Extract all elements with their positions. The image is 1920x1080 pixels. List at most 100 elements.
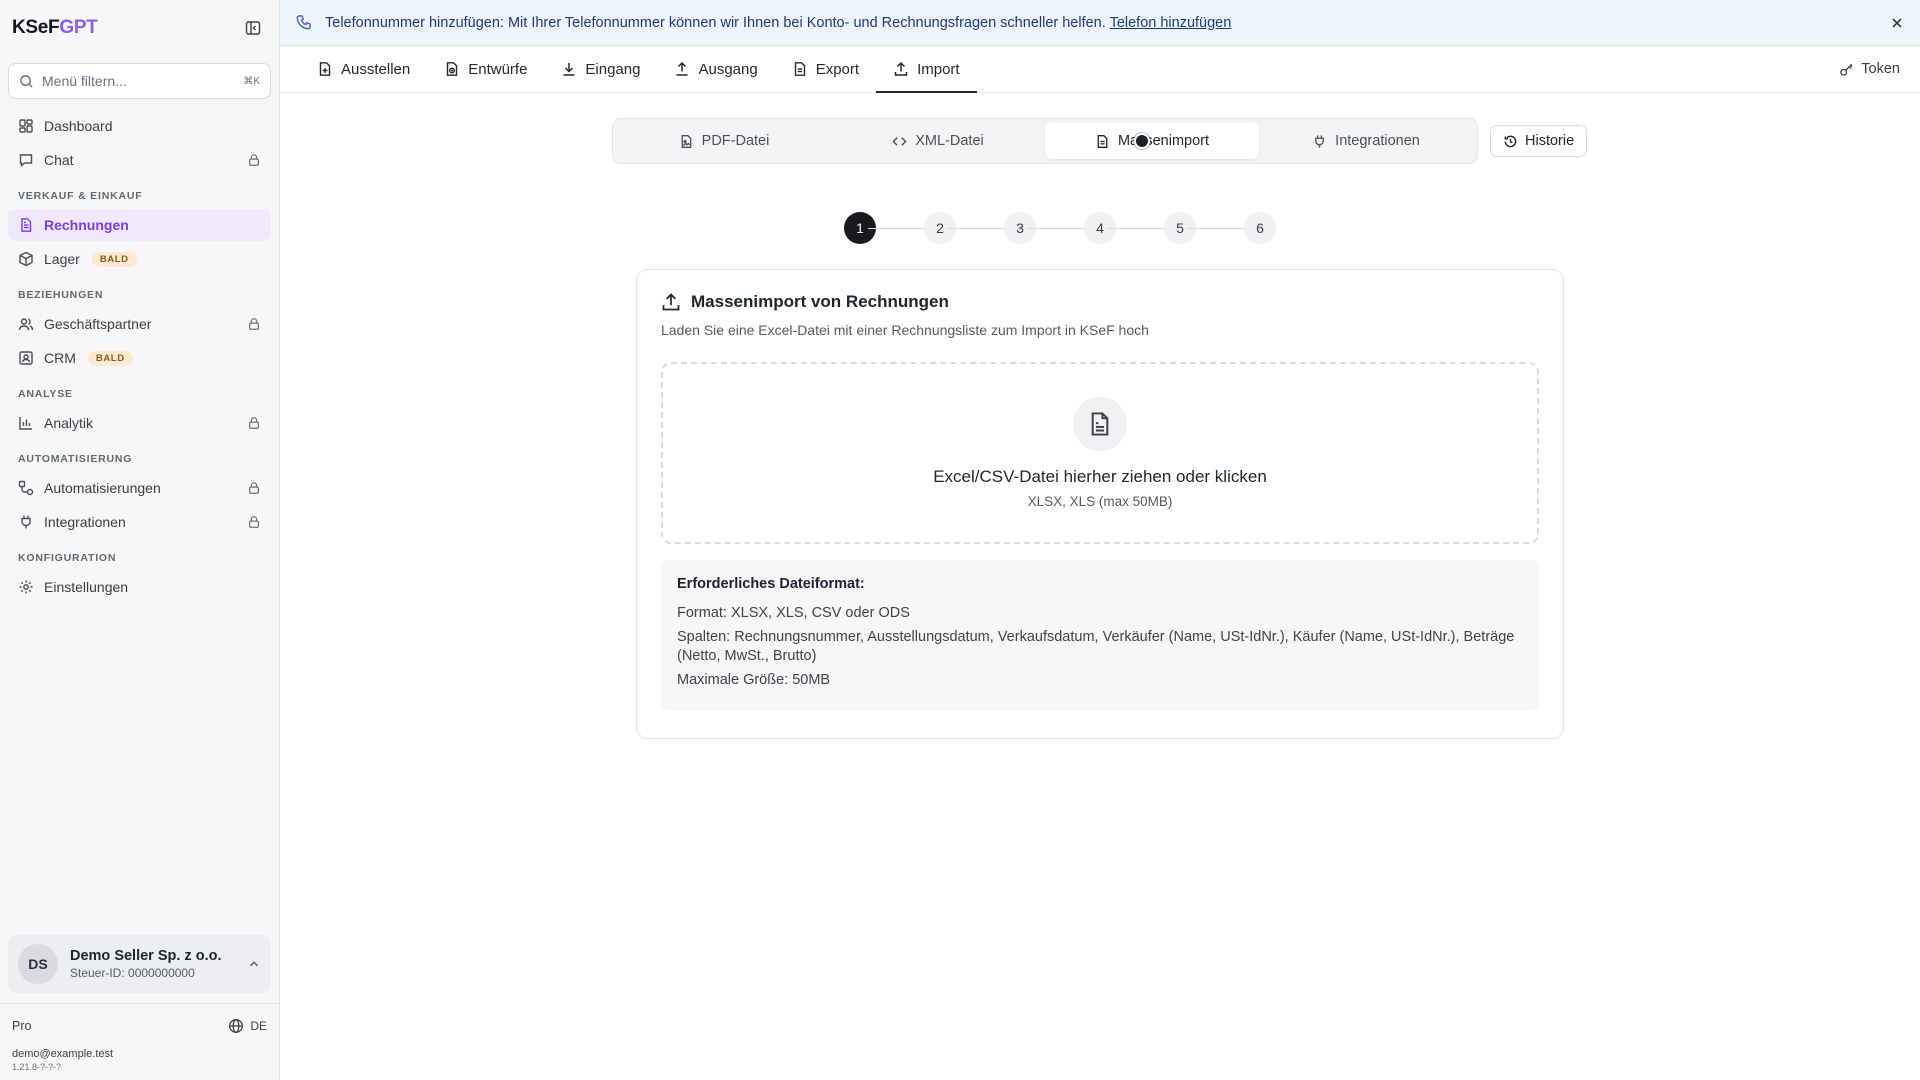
step-6: 6 <box>1244 212 1276 244</box>
lock-icon <box>249 482 259 494</box>
sidebar-item-lager[interactable]: Lager BALD <box>8 243 271 275</box>
menu-search-input[interactable] <box>42 73 236 89</box>
sidebar-item-label: Chat <box>44 152 74 168</box>
tab-label: Export <box>815 60 860 78</box>
section-title: AUTOMATISIERUNG <box>18 453 133 465</box>
step-connector <box>868 227 932 229</box>
phone-icon <box>296 15 311 30</box>
sidebar: KSeFGPT ⌘K Dashboard Chat VERKAUF & EINK… <box>0 0 280 1080</box>
top-navigation: Ausstellen Entwürfe Eingang Ausgang Expo… <box>280 46 1920 93</box>
package-icon <box>19 251 33 267</box>
plug-icon <box>1315 134 1325 148</box>
tab-export[interactable]: Export <box>775 46 876 92</box>
bar-chart-icon <box>19 417 32 430</box>
menu-search[interactable]: ⌘K <box>8 63 271 99</box>
banner-text: Telefonnummer hinzufügen: Mit Ihrer Tele… <box>325 14 1106 31</box>
language-switcher[interactable]: DE <box>228 1018 267 1034</box>
tab-entwuerfe[interactable]: Entwürfe <box>427 46 544 92</box>
history-label: Historie <box>1525 133 1575 149</box>
add-phone-link[interactable]: Telefon hinzufügen <box>1110 15 1232 31</box>
sidebar-item-label: Geschäftspartner <box>44 316 152 332</box>
card-subtitle: Laden Sie eine Excel-Datei mit einer Rec… <box>661 322 1149 338</box>
account-tax-id: Steuer-ID: 0000000000 <box>70 966 195 980</box>
collapse-sidebar-button[interactable] <box>239 14 267 42</box>
token-button[interactable]: Token <box>1839 46 1900 92</box>
tab-integrationen[interactable]: Integrationen <box>1259 123 1473 159</box>
coming-soon-badge: BALD <box>87 350 133 366</box>
key-icon <box>1840 63 1853 76</box>
dropzone-hint: XLSX, XLS (max 50MB) <box>1027 494 1173 509</box>
tab-eingang[interactable]: Eingang <box>544 46 657 92</box>
tab-ausstellen[interactable]: Ausstellen <box>300 46 427 92</box>
document-icon <box>21 218 32 232</box>
tab-label: Massenimport <box>1117 133 1210 149</box>
lock-icon <box>249 154 259 166</box>
sidebar-item-label: Analytik <box>44 415 94 431</box>
search-icon <box>20 74 33 88</box>
tab-label: Eingang <box>585 60 641 78</box>
coming-soon-badge: BALD <box>91 251 137 267</box>
file-text-icon <box>1091 412 1109 436</box>
account-info: Demo Seller Sp. z o.o. Steuer-ID: 000000… <box>70 948 235 980</box>
section-title: KONFIGURATION <box>18 552 117 564</box>
lock-icon <box>249 516 259 528</box>
draft-icon <box>447 62 458 76</box>
import-toolbar: PDF-Datei XML-Datei Massenimport Integra… <box>612 118 1588 164</box>
section-title: BEZIEHUNGEN <box>18 289 104 301</box>
sidebar-footer: DS Demo Seller Sp. z o.o. Steuer-ID: 000… <box>0 935 279 1080</box>
token-label: Token <box>1861 61 1900 77</box>
sidebar-item-einstellungen[interactable]: Einstellungen <box>8 571 271 603</box>
format-line: Format: XLSX, XLS, CSV oder ODS <box>677 605 910 621</box>
file-icon-wrapper <box>1073 397 1127 451</box>
tab-label: Ausstellen <box>341 60 411 78</box>
format-line: Maximale Größe: 50MB <box>677 672 831 688</box>
tab-label: Entwürfe <box>468 60 528 78</box>
file-plus-icon <box>319 62 331 76</box>
sidebar-item-crm[interactable]: CRM BALD <box>8 342 271 374</box>
account-switcher[interactable]: DS Demo Seller Sp. z o.o. Steuer-ID: 000… <box>8 935 271 993</box>
file-text-icon <box>794 62 805 76</box>
gear-icon <box>19 580 33 594</box>
language-code: DE <box>250 1019 267 1033</box>
users-icon <box>18 318 34 331</box>
sidebar-item-analytik[interactable]: Analytik <box>8 407 271 439</box>
sidebar-item-label: CRM <box>44 350 76 366</box>
upload-icon <box>662 293 680 311</box>
tab-ausgang[interactable]: Ausgang <box>657 46 774 92</box>
file-dropzone[interactable]: Excel/CSV-Datei hierher ziehen oder klic… <box>661 362 1539 544</box>
file-image-icon <box>681 134 692 148</box>
sidebar-item-automatisierungen[interactable]: Automatisierungen <box>8 472 271 504</box>
sidebar-item-geschaeftspartner[interactable]: Geschäftspartner <box>8 308 271 340</box>
sidebar-toggle-icon <box>245 21 261 35</box>
tab-label: PDF-Datei <box>701 133 770 149</box>
plan-row: Pro DE <box>0 1004 279 1048</box>
sidebar-item-label: Dashboard <box>44 118 113 134</box>
history-button[interactable]: Historie <box>1490 125 1588 157</box>
tab-pdf-datei[interactable]: PDF-Datei <box>617 123 831 159</box>
tab-massenimport[interactable]: Massenimport <box>1045 123 1259 159</box>
plug-icon <box>21 515 31 529</box>
step-connector <box>1108 227 1172 229</box>
tab-xml-datei[interactable]: XML-Datei <box>831 123 1045 159</box>
tab-import[interactable]: Import <box>876 46 977 93</box>
app-version: 1.21.8-?-?-? <box>12 1062 62 1072</box>
brand-logo[interactable]: KSeFGPT <box>12 17 98 39</box>
sidebar-item-chat[interactable]: Chat <box>8 144 271 176</box>
format-requirements: Erforderliches Dateiformat: Format: XLSX… <box>661 560 1539 711</box>
search-shortcut-hint: ⌘K <box>243 75 260 87</box>
sidebar-item-rechnungen[interactable]: Rechnungen <box>8 209 271 241</box>
tab-label: XML-Datei <box>915 133 984 149</box>
sidebar-item-dashboard[interactable]: Dashboard <box>8 110 271 142</box>
dashboard-icon <box>19 119 33 133</box>
close-icon[interactable] <box>1890 16 1904 30</box>
sidebar-item-label: Einstellungen <box>44 579 129 595</box>
dropzone-title: Excel/CSV-Datei hierher ziehen oder klic… <box>933 467 1267 486</box>
download-icon <box>563 63 575 76</box>
sidebar-item-label: Rechnungen <box>44 217 129 233</box>
format-title: Erforderliches Dateiformat: <box>677 576 865 592</box>
lock-icon <box>249 417 259 429</box>
workflow-icon <box>18 480 34 496</box>
chevron-up-icon <box>250 961 258 967</box>
sidebar-item-integrationen[interactable]: Integrationen <box>8 506 271 538</box>
code-icon <box>892 136 907 146</box>
